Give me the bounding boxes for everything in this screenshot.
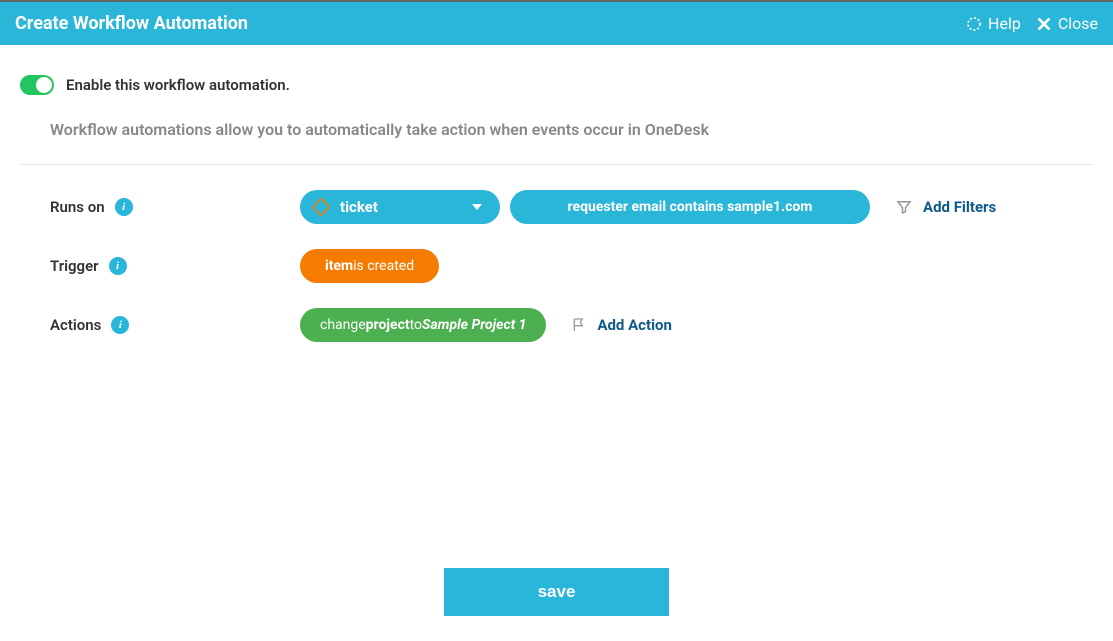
close-button[interactable]: Close <box>1036 14 1098 33</box>
description-text: Workflow automations allow you to automa… <box>20 120 1093 165</box>
action-to: to <box>410 317 422 333</box>
runs-on-row: Runs on i ticket requester email contain… <box>20 190 1093 224</box>
ticket-icon <box>312 198 330 216</box>
close-label: Close <box>1058 14 1098 33</box>
close-icon <box>1036 16 1052 32</box>
filter-text: requester email contains sample1.com <box>568 199 813 215</box>
dialog-title: Create Workflow Automation <box>15 13 248 34</box>
type-dropdown[interactable]: ticket <box>300 190 500 224</box>
trigger-content: item is created <box>300 249 439 283</box>
dialog-header: Create Workflow Automation Help Close <box>0 0 1113 45</box>
runs-on-label: Runs on i <box>50 198 300 216</box>
action-pill[interactable]: change project to Sample Project 1 <box>300 308 546 342</box>
info-icon[interactable]: i <box>109 257 127 275</box>
enable-toggle[interactable] <box>20 75 54 95</box>
enable-label: Enable this workflow automation. <box>66 76 290 94</box>
save-button[interactable]: save <box>444 568 669 616</box>
add-action-label: Add Action <box>597 316 672 334</box>
filter-pill[interactable]: requester email contains sample1.com <box>510 190 870 224</box>
action-verb: change <box>320 317 366 333</box>
trigger-subject: item <box>325 258 353 274</box>
chevron-down-icon <box>472 204 482 210</box>
trigger-verb: is created <box>353 258 414 274</box>
dialog-content: Enable this workflow automation. Workflo… <box>0 45 1113 342</box>
help-label: Help <box>988 14 1021 33</box>
action-field: project <box>366 317 410 333</box>
dialog-footer: save <box>0 568 1113 616</box>
add-filters-button[interactable]: Add Filters <box>895 198 996 216</box>
action-value: Sample Project 1 <box>422 317 526 333</box>
trigger-text: Trigger <box>50 257 99 275</box>
actions-content: change project to Sample Project 1 Add A… <box>300 308 672 342</box>
enable-row: Enable this workflow automation. <box>20 75 1093 95</box>
trigger-row: Trigger i item is created <box>20 249 1093 283</box>
trigger-label: Trigger i <box>50 257 300 275</box>
header-actions: Help Close <box>966 14 1098 33</box>
flag-icon <box>571 317 587 333</box>
filter-icon <box>895 198 913 216</box>
actions-label: Actions i <box>50 316 300 334</box>
toggle-knob <box>36 77 52 93</box>
actions-text: Actions <box>50 316 101 334</box>
add-filters-label: Add Filters <box>923 198 996 216</box>
type-label: ticket <box>340 198 378 216</box>
trigger-pill[interactable]: item is created <box>300 249 439 283</box>
add-action-button[interactable]: Add Action <box>571 316 672 334</box>
actions-row: Actions i change project to Sample Proje… <box>20 308 1093 342</box>
help-icon <box>966 16 982 32</box>
help-button[interactable]: Help <box>966 14 1021 33</box>
runs-on-text: Runs on <box>50 198 105 216</box>
runs-on-content: ticket requester email contains sample1.… <box>300 190 996 224</box>
info-icon[interactable]: i <box>111 316 129 334</box>
info-icon[interactable]: i <box>115 198 133 216</box>
